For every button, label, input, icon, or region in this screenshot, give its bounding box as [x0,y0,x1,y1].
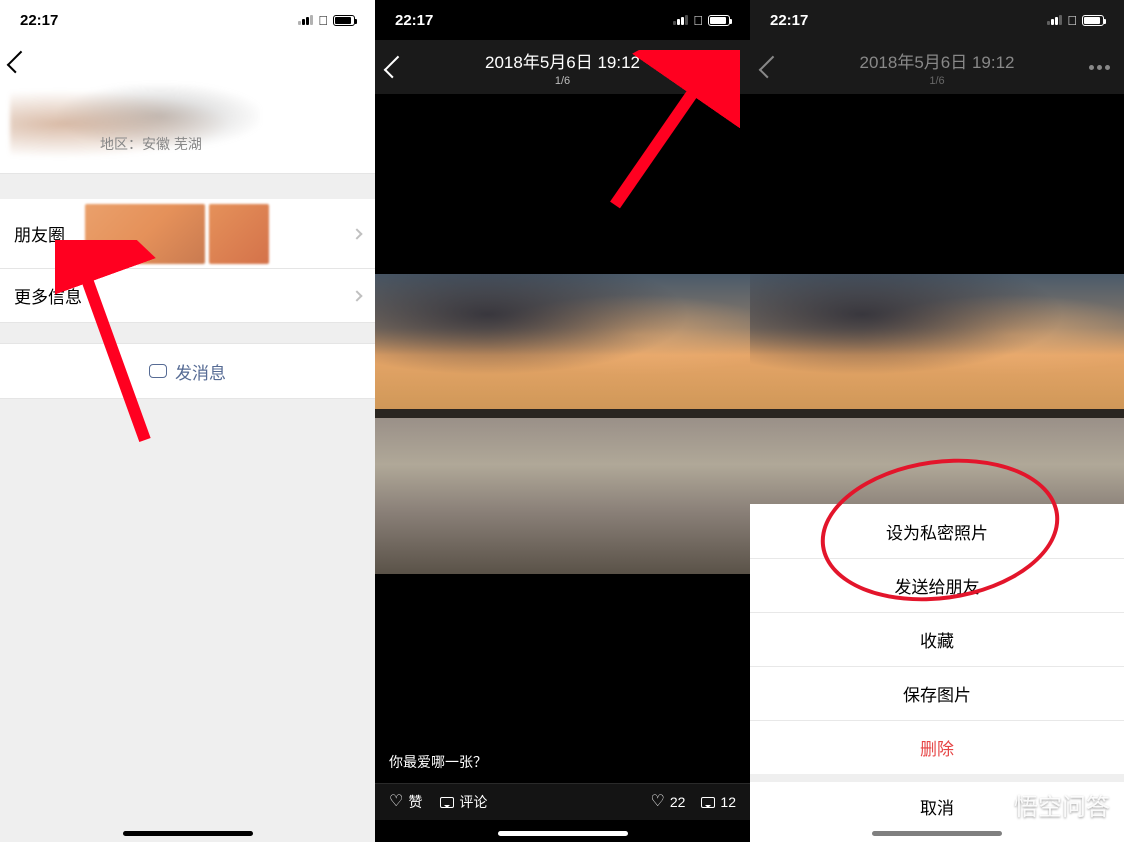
section-spacer [0,174,375,199]
like-label: 赞 [408,792,422,812]
nav-counter: 1/6 [555,75,570,87]
signal-icon [673,15,688,25]
status-time: 22:17 [395,12,433,29]
annotation-arrow [600,50,740,220]
status-time: 22:17 [770,12,808,29]
photo-caption: 你最爱哪一张？ [375,742,750,782]
comment-button[interactable]: 评论 [440,792,487,812]
sheet-save-image[interactable]: 保存图片 [750,666,1124,720]
status-icons: 􀙇 [673,13,730,28]
sheet-favorite[interactable]: 收藏 [750,612,1124,666]
sheet-gap [750,774,1124,782]
status-icons: 􀙇 [298,13,355,28]
status-bar: 22:17 􀙇 [375,0,750,40]
wifi-icon: 􀙇 [1067,13,1077,28]
profile-region-label: 地区：安徽 芜湖 [100,134,202,154]
watermark-logo-icon [972,790,1006,820]
battery-icon [708,15,730,26]
signal-icon [298,15,313,25]
annotation-arrow [55,240,175,460]
nav-bar [0,40,375,84]
panel-action-sheet: 22:17 􀙇 2018年5月6日 19:12 1/6 设为私密照片 发送给朋友… [750,0,1124,842]
back-icon[interactable] [7,51,30,74]
chevron-right-icon [351,228,362,239]
like-count-value: 22 [670,794,686,810]
battery-icon [1082,15,1104,26]
comment-icon [701,797,715,808]
home-indicator [872,831,1002,836]
status-time: 22:17 [20,12,58,29]
home-indicator [123,831,253,836]
watermark-text: 悟空问答 [1014,787,1110,822]
heart-icon: ♡ [651,794,665,810]
status-bar: 22:17 􀙇 [750,0,1124,40]
signal-icon [1047,15,1062,25]
moments-thumb [209,204,269,264]
like-button[interactable]: ♡ 赞 [389,792,422,812]
like-count: ♡ 22 [651,794,686,810]
watermark: 悟空问答 [972,787,1110,822]
comment-icon [440,797,454,808]
heart-icon: ♡ [389,794,403,810]
photo-image [375,274,750,574]
chevron-right-icon [351,290,362,301]
nav-counter: 1/6 [929,75,944,87]
panel-photo-viewer: 22:17 􀙇 2018年5月6日 19:12 1/6 你最爱哪一张？ ♡ 赞 [375,0,750,842]
home-indicator [498,831,628,836]
wifi-icon: 􀙇 [318,13,328,28]
wifi-icon: 􀙇 [693,13,703,28]
status-bar: 22:17 􀙇 [0,0,375,40]
sheet-delete[interactable]: 删除 [750,720,1124,774]
caption-text: 你最爱哪一张？ [389,754,487,770]
status-icons: 􀙇 [1047,13,1104,28]
nav-bar: 2018年5月6日 19:12 1/6 [750,40,1124,94]
send-message-label: 发消息 [175,359,226,384]
comment-count-value: 12 [720,794,736,810]
comment-label: 评论 [459,792,487,812]
comment-count: 12 [701,794,736,810]
photo-action-bar: ♡ 赞 评论 ♡ 22 12 [375,783,750,820]
profile-header: 地区：安徽 芜湖 [0,84,375,174]
nav-title: 2018年5月6日 19:12 [860,48,1015,73]
panel-profile: 22:17 􀙇 地区：安徽 芜湖 朋友圈 更多信息 发消息 [0,0,375,842]
nav-title-area: 2018年5月6日 19:12 1/6 [750,48,1124,87]
battery-icon [333,15,355,26]
